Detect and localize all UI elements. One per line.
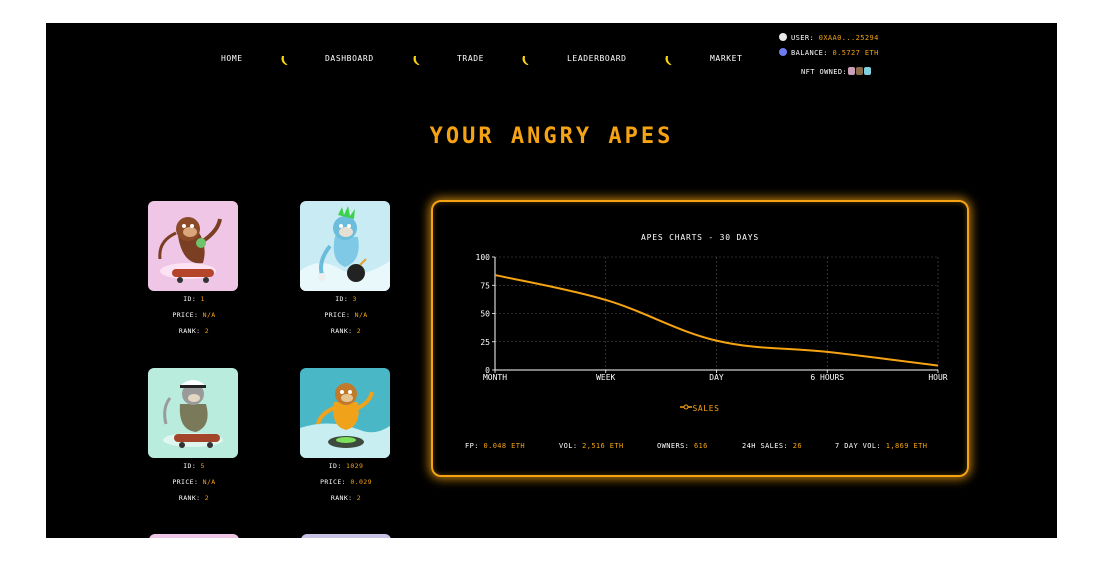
banana-icon [663, 52, 673, 65]
user-address[interactable]: 0XAA0...25294 [819, 34, 879, 42]
eth-icon [779, 48, 787, 56]
ape-image[interactable] [300, 368, 390, 458]
series-line [494, 274, 939, 367]
nft-card[interactable]: ID: 3 PRICE: N/A RANK: 2 [300, 201, 392, 339]
user-label: USER: [791, 34, 815, 42]
app-window: HOME DASHBOARD TRADE LEADERBOARD MARKET … [46, 23, 1057, 538]
nft-card[interactable]: ID: 1 PRICE: N/A RANK: 2 [148, 201, 240, 339]
ape-image[interactable] [148, 201, 238, 291]
nft-rank: RANK: 2 [330, 327, 362, 335]
ape-image[interactable] [300, 201, 390, 291]
y-tick-label: 50 [480, 310, 490, 319]
legend-label: SALES [692, 404, 720, 413]
nft-card[interactable]: ID: 1029 PRICE: 0.029 RANK: 2 [300, 368, 392, 506]
nft-id: ID: 1 [183, 295, 205, 303]
y-tick-label: 100 [476, 253, 491, 262]
stats-bar: FP: 0.048 ETH VOL: 2,516 ETH OWNERS: 616… [433, 442, 967, 452]
sales-line-chart: 0255075100MONTH WEEK DAY 6 HOURS HOUR [476, 253, 948, 382]
nft-thumb-icon[interactable] [864, 67, 872, 75]
x-tick-label: MONTH [483, 373, 507, 382]
banana-icon [279, 52, 289, 65]
x-tick-label: HOUR [928, 373, 947, 382]
balance-value: 0.5727 ETH [832, 49, 879, 57]
x-tick-label: WEEK [596, 373, 615, 382]
balance-row: BALANCE: 0.5727 ETH [779, 48, 879, 58]
nav-dashboard[interactable]: DASHBOARD [325, 54, 374, 63]
nft-card-partial[interactable] [149, 534, 239, 538]
nft-owned-row: NFT OWNED: [801, 67, 872, 77]
page-title: YOUR ANGRY APES [429, 124, 674, 149]
nft-id: ID: 3 [335, 295, 357, 303]
y-tick-label: 75 [480, 281, 490, 290]
chart-panel: APES CHARTS - 30 DAYS 0 25 50 75 100 MONTH WEE… [431, 200, 969, 477]
nft-price: PRICE: 0.029 [320, 478, 372, 486]
stat-7day-volume: 7 DAY VOL: 1,869 ETH [835, 442, 928, 450]
nft-owned-label: NFT OWNED: [801, 68, 848, 76]
x-tick-label: 6 HOURS [810, 373, 844, 382]
nft-price: PRICE: N/A [172, 478, 216, 486]
nft-card-partial[interactable] [301, 534, 391, 538]
nft-id: ID: 1029 [328, 462, 364, 470]
nft-rank: RANK: 2 [178, 327, 210, 335]
legend-line-icon [680, 404, 693, 410]
user-avatar-icon [779, 33, 787, 41]
ape-image[interactable] [148, 368, 238, 458]
nft-thumb-icon[interactable] [848, 67, 856, 75]
nav-home[interactable]: HOME [221, 54, 243, 63]
banana-icon [411, 52, 421, 65]
nav-leaderboard[interactable]: LEADERBOARD [567, 54, 627, 63]
banana-icon [520, 52, 530, 65]
stat-owners: OWNERS: 616 [657, 442, 708, 450]
chart-legend[interactable]: SALES [433, 403, 967, 413]
nav-market[interactable]: MARKET [710, 54, 743, 63]
nft-price: PRICE: N/A [172, 311, 216, 319]
nft-card[interactable]: ID: 5 PRICE: N/A RANK: 2 [148, 368, 240, 506]
stat-volume: VOL: 2,516 ETH [559, 442, 624, 450]
user-row: USER: 0XAA0...25294 [779, 33, 879, 43]
nav-trade[interactable]: TRADE [457, 54, 484, 63]
stat-floor-price: FP: 0.048 ETH [465, 442, 525, 450]
nft-rank: RANK: 2 [330, 494, 362, 502]
y-tick-label: 25 [480, 338, 490, 347]
stat-24h-sales: 24H SALES: 26 [742, 442, 803, 450]
nft-id: ID: 5 [183, 462, 205, 470]
balance-label: BALANCE: [791, 49, 828, 57]
x-tick-label: DAY [709, 373, 724, 382]
nft-thumb-icon[interactable] [856, 67, 864, 75]
nft-price: PRICE: N/A [324, 311, 368, 319]
nft-rank: RANK: 2 [178, 494, 210, 502]
